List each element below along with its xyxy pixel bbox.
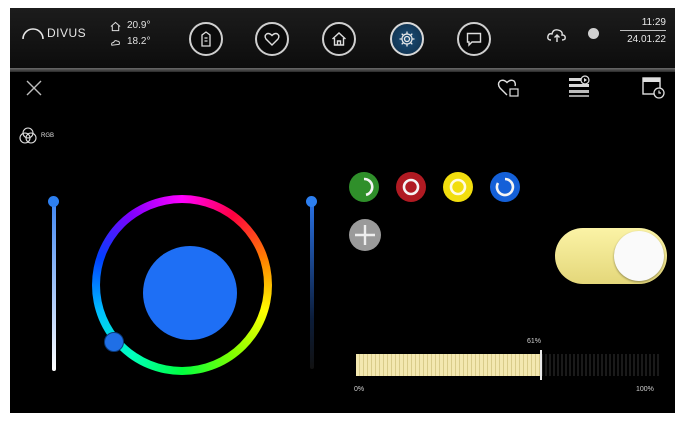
chat-icon [466,32,482,47]
brand-logo: DIVUS [22,26,86,40]
favorite-icon[interactable] [496,74,522,100]
preset-yellow[interactable] [443,172,473,202]
nav-building-button[interactable] [189,22,223,56]
clock-time: 11:29 [620,17,666,31]
power-toggle-knob[interactable] [614,231,664,281]
rgb-mode-label: RGB [41,133,55,139]
add-preset-button[interactable] [349,219,381,251]
clock-date: 24.01.22 [627,34,666,45]
preset-yellow-ring-icon [449,178,467,196]
brand-name: DIVUS [47,26,87,40]
status-dot [588,28,599,39]
current-color-preview [143,246,237,340]
dimmer-slider-remaining [541,354,659,376]
outdoor-cloud-icon [111,39,120,46]
home-icon [332,32,346,46]
indoor-temperature: 20.9° [127,20,151,31]
rgb-mode-selector[interactable]: RGB [18,126,54,146]
preset-red-ring-icon [402,178,420,196]
dimmer-max-label: 100% [636,386,654,393]
preset-blue-ring-icon [495,177,515,197]
preset-blue[interactable] [490,172,520,202]
building-icon [201,31,211,47]
saturation-slider-knob[interactable] [306,196,317,207]
schedule-icon[interactable] [640,74,666,100]
saturation-slider-track[interactable] [310,201,314,369]
nav-messages-button[interactable] [457,22,491,56]
top-bar: DIVUS 20.9° 18.2° 11:29 24.01.22 [10,8,675,70]
settings-icon [399,31,415,47]
power-toggle[interactable] [555,228,667,284]
nav-settings-button[interactable] [390,22,424,56]
logo-arc-icon [22,28,44,40]
dimmer-slider-handle[interactable] [540,350,542,380]
indoor-home-icon [110,21,121,31]
cloud-upload-icon[interactable] [546,26,568,44]
top-bar-divider [10,68,675,72]
clock: 11:29 24.01.22 [620,17,666,45]
close-icon[interactable] [24,78,44,98]
scene-icon[interactable] [566,74,592,100]
temperature-readout: 20.9° 18.2° [110,18,150,50]
outdoor-temperature: 18.2° [127,36,151,47]
preset-green[interactable] [349,172,379,202]
rgb-circles-icon [19,127,37,144]
plus-icon [355,225,375,245]
app-frame: DIVUS 20.9° 18.2° 11:29 24.01.22 RGB 61%… [10,8,675,413]
color-wheel-center [100,203,264,367]
brightness-slider-knob[interactable] [48,196,59,207]
color-wheel-knob[interactable] [104,332,124,352]
dimmer-value-label: 61% [527,338,542,345]
preset-green-ring-icon [363,177,374,197]
heart-icon [264,32,280,46]
dimmer-min-label: 0% [354,386,365,393]
dimmer-slider-fill [356,354,541,376]
nav-favorites-button[interactable] [255,22,289,56]
brightness-slider-track[interactable] [52,201,56,371]
nav-home-button[interactable] [322,22,356,56]
dimmer-slider[interactable] [356,350,659,380]
preset-red[interactable] [396,172,426,202]
color-wheel[interactable] [92,195,272,375]
